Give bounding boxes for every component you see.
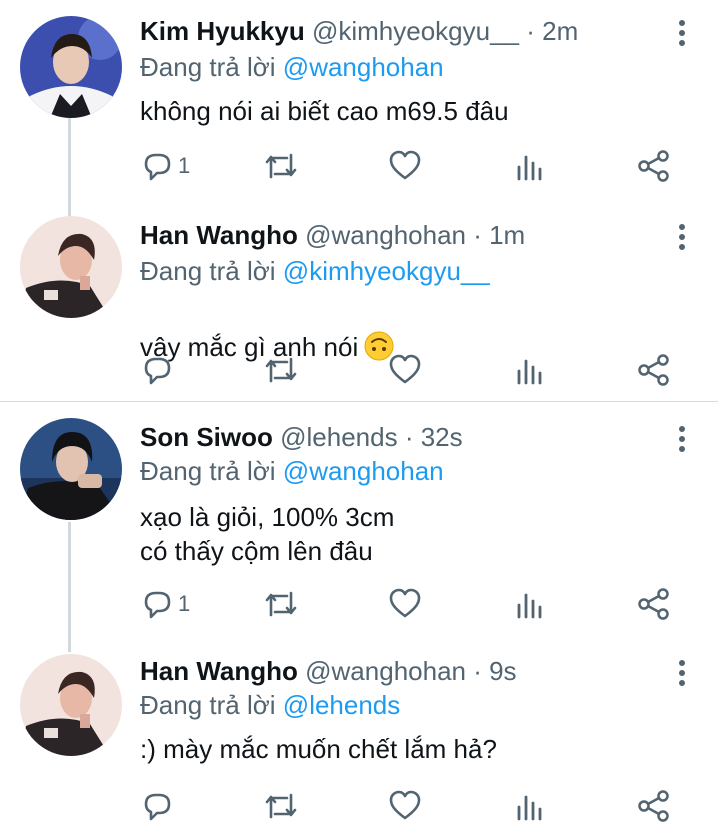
avatar-kim[interactable] bbox=[20, 16, 122, 118]
tweet-actions: 1 bbox=[0, 584, 718, 624]
analytics-button[interactable] bbox=[515, 786, 545, 826]
replying-to: Đang trả lời @lehends bbox=[140, 688, 400, 722]
reply-handle-link[interactable]: @wanghohan bbox=[283, 52, 444, 82]
reply-icon bbox=[144, 793, 171, 821]
analytics-icon bbox=[517, 359, 542, 385]
more-options-icon[interactable] bbox=[676, 20, 688, 50]
reply-button[interactable] bbox=[140, 350, 178, 390]
retweet-icon bbox=[265, 793, 297, 819]
tweet-text: không nói ai biết cao m69.5 đâu bbox=[140, 96, 509, 126]
share-icon bbox=[638, 790, 669, 822]
avatar-han[interactable] bbox=[20, 654, 122, 756]
reply-handle-link[interactable]: @kimhyeokgyu__ bbox=[283, 256, 490, 286]
tweet-actions bbox=[0, 786, 718, 826]
author-name[interactable]: Han Wangho bbox=[140, 656, 298, 686]
reply-handle-link[interactable]: @lehends bbox=[283, 690, 400, 720]
retweet-button[interactable] bbox=[262, 584, 300, 624]
replying-to: Đang trả lời @wanghohan bbox=[140, 50, 444, 84]
author-name[interactable]: Son Siwoo bbox=[140, 422, 273, 452]
author-handle-time[interactable]: @kimhyeokgyu__ · 2m bbox=[312, 16, 578, 46]
tweet-text: xạo là giỏi, 100% 3cm có thấy cộm lên đâ… bbox=[140, 502, 395, 566]
like-button[interactable] bbox=[388, 584, 422, 624]
reply-icon bbox=[144, 357, 171, 385]
reply-count: 1 bbox=[178, 591, 191, 616]
tweet-actions bbox=[0, 350, 718, 390]
heart-icon bbox=[389, 790, 421, 820]
replying-to-label: Đang trả lời bbox=[140, 456, 276, 486]
reply-icon bbox=[144, 591, 171, 619]
thread-divider bbox=[0, 401, 718, 402]
analytics-icon bbox=[517, 155, 542, 181]
author-handle-time[interactable]: @lehends · 32s bbox=[280, 422, 463, 452]
replying-to: Đang trả lời @kimhyeokgyu__ bbox=[140, 254, 490, 288]
share-icon bbox=[638, 354, 669, 386]
reply-button[interactable]: 1 bbox=[140, 584, 190, 624]
more-options-icon[interactable] bbox=[676, 426, 688, 456]
tweet-actions: 1 bbox=[0, 146, 718, 186]
retweet-button[interactable] bbox=[262, 350, 300, 390]
retweet-icon bbox=[265, 357, 297, 383]
retweet-icon bbox=[265, 153, 297, 179]
like-button[interactable] bbox=[388, 146, 422, 186]
more-options-icon[interactable] bbox=[676, 224, 688, 254]
author-name[interactable]: Kim Hyukkyu bbox=[140, 16, 305, 46]
analytics-button[interactable] bbox=[515, 584, 545, 624]
share-button[interactable] bbox=[637, 786, 671, 826]
reply-handle-link[interactable]: @wanghohan bbox=[283, 456, 444, 486]
heart-icon bbox=[389, 150, 421, 180]
heart-icon bbox=[389, 354, 421, 384]
author-handle-time[interactable]: @wanghohan · 1m bbox=[305, 220, 525, 250]
replying-to: Đang trả lời @wanghohan bbox=[140, 454, 444, 488]
like-button[interactable] bbox=[388, 786, 422, 826]
reply-button[interactable]: 1 bbox=[140, 146, 190, 186]
replying-to-label: Đang trả lời bbox=[140, 256, 276, 286]
reply-icon bbox=[144, 153, 171, 181]
analytics-icon bbox=[517, 795, 542, 821]
analytics-button[interactable] bbox=[515, 146, 545, 186]
reply-count: 1 bbox=[178, 153, 191, 178]
like-button[interactable] bbox=[388, 350, 422, 390]
share-button[interactable] bbox=[637, 584, 671, 624]
author-handle-time[interactable]: @wanghohan · 9s bbox=[305, 656, 516, 686]
share-icon bbox=[638, 150, 669, 182]
retweet-button[interactable] bbox=[262, 786, 300, 826]
tweet-text: :) mày mắc muốn chết lắm hả? bbox=[140, 734, 497, 764]
reply-button[interactable] bbox=[140, 786, 178, 826]
analytics-button[interactable] bbox=[515, 350, 545, 390]
heart-icon bbox=[389, 588, 421, 618]
retweet-button[interactable] bbox=[262, 146, 300, 186]
avatar-han[interactable] bbox=[20, 216, 122, 318]
replying-to-label: Đang trả lời bbox=[140, 690, 276, 720]
share-button[interactable] bbox=[637, 146, 671, 186]
share-button[interactable] bbox=[637, 350, 671, 390]
avatar-son[interactable] bbox=[20, 418, 122, 520]
share-icon bbox=[638, 588, 669, 620]
analytics-icon bbox=[517, 593, 542, 619]
replying-to-label: Đang trả lời bbox=[140, 52, 276, 82]
author-name[interactable]: Han Wangho bbox=[140, 220, 298, 250]
retweet-icon bbox=[265, 591, 297, 617]
more-options-icon[interactable] bbox=[676, 660, 688, 690]
